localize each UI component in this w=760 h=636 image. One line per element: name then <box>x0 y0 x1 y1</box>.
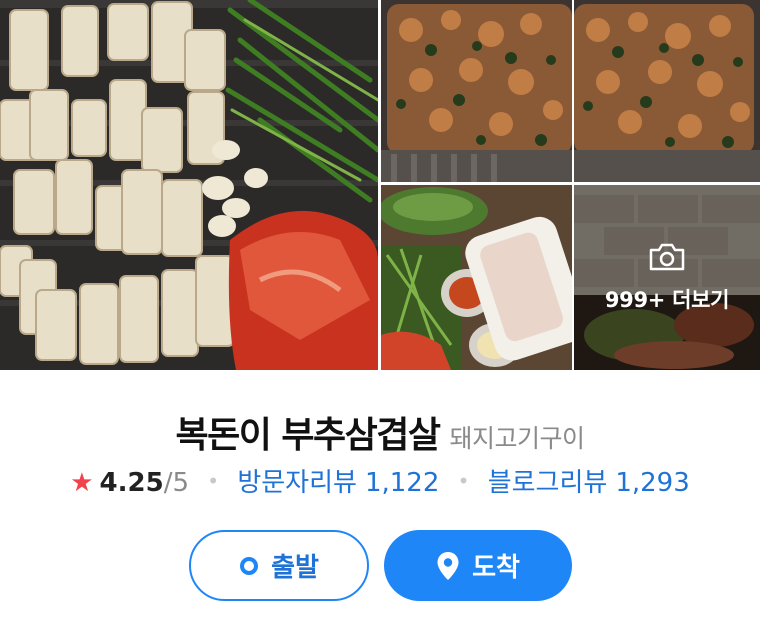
arrive-label: 도착 <box>472 553 520 583</box>
title-row: 복돈이 부추삼겹살 돼지고기구이 <box>0 406 760 458</box>
more-photos-overlay[interactable]: 999+ 더보기 <box>574 185 760 370</box>
blog-reviews-link[interactable]: 블로그리뷰 1,293 <box>488 468 690 498</box>
rating-max: /5 <box>163 468 190 498</box>
origin-dot-icon <box>239 556 259 576</box>
fried-rice-image <box>381 0 572 182</box>
depart-label: 출발 <box>271 553 319 583</box>
blog-reviews-label: 블로그리뷰 <box>487 468 608 498</box>
rating-value: 4.25 <box>99 468 164 498</box>
depart-button[interactable]: 출발 <box>189 530 369 601</box>
separator-dot: • <box>457 469 470 493</box>
place-category: 돼지고기구이 <box>449 424 585 453</box>
fried-rice-image <box>574 0 760 182</box>
separator-dot: • <box>207 469 220 493</box>
arrive-button[interactable]: 도착 <box>384 530 572 601</box>
photo-more[interactable]: 999+ 더보기 <box>574 185 760 370</box>
place-info: 복돈이 부추삼겹살 돼지고기구이 ★ 4.25/5 • 방문자리뷰 1,122 • 블… <box>0 370 760 636</box>
pork-belly-image <box>0 0 378 370</box>
visitor-reviews-link[interactable]: 방문자리뷰 1,122 <box>237 468 439 498</box>
visitor-reviews-label: 방문자리뷰 <box>237 468 357 498</box>
main-photo[interactable] <box>0 0 378 370</box>
side-dishes-image <box>381 185 572 370</box>
photo-gallery: 999+ 더보기 <box>0 0 760 370</box>
blog-reviews-count: 1,293 <box>615 468 690 498</box>
meta-row: ★ 4.25/5 • 방문자리뷰 1,122 • 블로그리뷰 1,293 <box>0 462 760 499</box>
photo-fried-rice-2[interactable] <box>574 0 760 182</box>
location-pin-icon <box>436 551 460 581</box>
star-icon: ★ <box>70 468 94 498</box>
photo-side-dishes[interactable] <box>381 185 572 370</box>
place-name: 복돈이 부추삼겹살 <box>175 415 441 456</box>
photo-fried-rice-1[interactable] <box>381 0 572 182</box>
visitor-reviews-count: 1,122 <box>364 468 440 498</box>
more-photos-label: 999+ 더보기 <box>604 287 730 312</box>
camera-icon <box>649 243 685 270</box>
